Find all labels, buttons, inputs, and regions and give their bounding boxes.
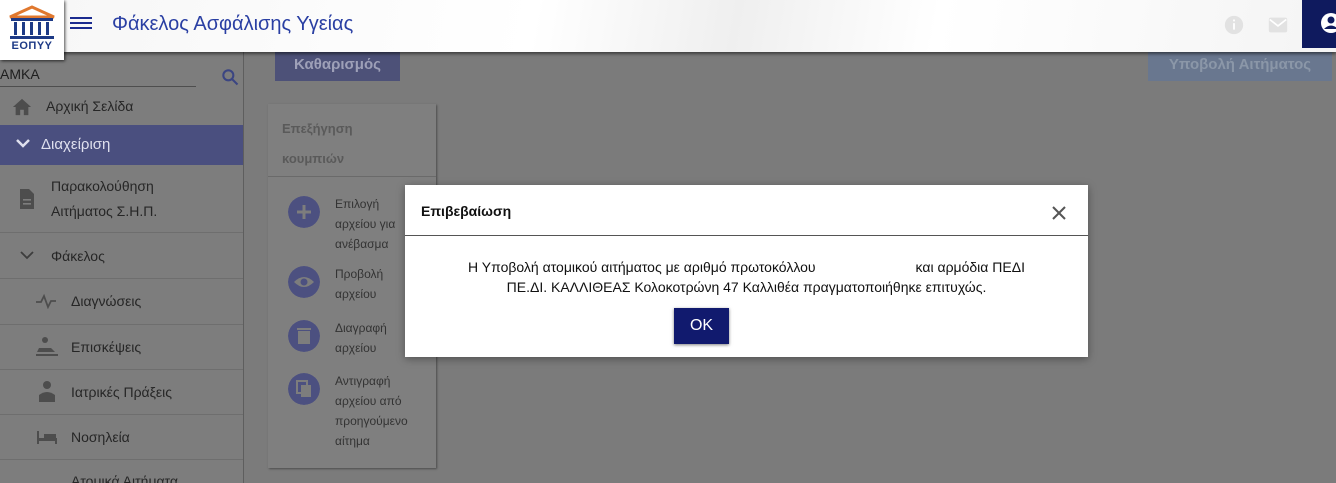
user-icon [1321,13,1336,33]
mail-icon[interactable] [1267,14,1289,36]
home-icon [12,98,32,116]
document-icon [20,189,34,209]
sidebar-item-label: Φάκελος [51,248,105,264]
sidebar: ΑΜΚΑ Αρχική Σελίδα Διαχείριση Παρακολούθ… [0,52,244,483]
sidebar-item-home[interactable]: Αρχική Σελίδα [0,92,243,125]
chevron-down-icon [16,139,30,148]
divider [0,459,243,460]
sidebar-item-visits[interactable]: Επισκέψεις [0,326,243,368]
clear-button[interactable]: Καθαρισμός [275,52,400,81]
submit-request-button[interactable]: Υποβολή Αιτήματος [1148,52,1332,81]
legend-title: Επεξήγηση κουμπιών [282,114,353,174]
sidebar-item-diagnoses[interactable]: Διαγνώσεις [0,281,243,323]
sidebar-item-label: Διαχείριση [41,136,111,153]
user-menu-button[interactable] [1302,0,1336,48]
dialog-title: Επιβεβαίωση [421,203,512,219]
divider [0,324,243,325]
divider [405,235,1088,236]
sidebar-item-label: Διαγνώσεις [71,293,142,309]
doctor-icon [39,381,55,402]
visit-icon [36,337,58,356]
bed-icon [37,431,57,444]
sidebar-item-label-line1: Παρακολούθηση [51,178,154,194]
sidebar-item-label-line2: Αιτήματος Σ.Η.Π. [51,203,158,219]
add-circle-icon [288,196,320,228]
eopyy-logo[interactable]: ΕΟΠΥΥ [0,0,64,60]
app-title: Φάκελος Ασφάλισης Υγείας [112,13,354,35]
copy-icon [288,373,320,405]
sidebar-item-label: Ιατρικές Πράξεις [71,384,173,400]
divider [0,232,243,233]
message-part1: Η Υποβολή ατομικού αιτήματος με αριθμό π… [468,259,816,275]
sidebar-item-label: Ατομικά Αιτήματα [71,473,179,483]
building-icon [9,5,55,39]
dialog-message: Η Υποβολή ατομικού αιτήματος με αριθμό π… [425,257,1068,297]
chevron-down-icon [20,251,34,260]
sidebar-item-label: Νοσηλεία [71,429,130,445]
sidebar-item-hospitalization[interactable]: Νοσηλεία [0,416,243,458]
sidebar-item-label: Επισκέψεις [71,339,142,355]
trash-icon [288,320,320,352]
legend-title-line1: Επεξήγηση [282,121,353,136]
eye-icon [288,266,320,298]
divider [268,176,436,177]
divider [0,369,243,370]
legend-text: Αντιγραφή αρχείου από προηγούμενο αίτημα [335,374,408,448]
sidebar-item-individual-requests[interactable]: Ατομικά Αιτήματα [0,462,243,483]
divider [0,278,243,279]
menu-icon[interactable] [70,14,92,36]
confirmation-dialog: Επιβεβαίωση Η Υποβολή ατομικού αιτήματος… [405,185,1088,357]
close-icon[interactable] [1050,204,1068,222]
info-icon[interactable] [1223,14,1245,36]
sidebar-item-medical-acts[interactable]: Ιατρικές Πράξεις [0,371,243,413]
message-part2: και αρμόδια ΠΕΔΙ [915,259,1025,275]
sidebar-item-management[interactable]: Διαχείριση [0,125,243,165]
pulse-icon [36,293,56,309]
search-icon[interactable] [220,67,240,87]
amka-search-label: ΑΜΚΑ [0,66,40,82]
logo-text: ΕΟΠΥΥ [11,40,53,52]
sidebar-item-tracking[interactable]: Παρακολούθηση Αιτήματος Σ.Η.Π. [0,165,243,231]
amka-search-input[interactable] [0,86,196,87]
sidebar-item-folder[interactable]: Φάκελος [0,235,243,277]
message-line2: ΠΕ.ΔΙ. ΚΑΛΛΙΘΕΑΣ Κολοκοτρώνη 47 Καλλιθέα… [506,279,987,295]
sidebar-item-label: Αρχική Σελίδα [46,98,134,114]
legend-title-line2: κουμπιών [282,151,345,166]
ok-button[interactable]: OK [674,308,729,344]
divider [0,414,243,415]
top-app-bar: Φάκελος Ασφάλισης Υγείας [0,0,1336,52]
